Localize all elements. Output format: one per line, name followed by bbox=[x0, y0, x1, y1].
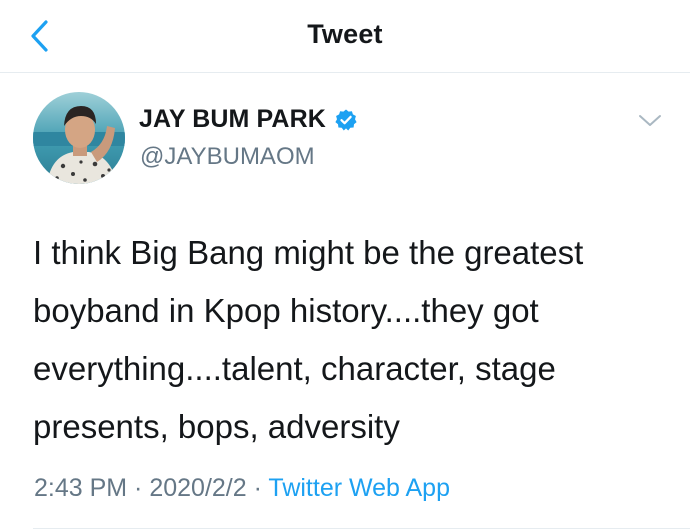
author-name-row[interactable]: JAY BUM PARK bbox=[139, 105, 358, 134]
tweet-text: I think Big Bang might be the greatest b… bbox=[33, 224, 673, 456]
verified-badge-icon bbox=[335, 109, 357, 130]
tweet-text-line: presents, bops, adversity bbox=[33, 408, 400, 445]
author-handle[interactable]: @JAYBUMAOM bbox=[140, 143, 315, 171]
tweet-text-line: I think Big Bang might be the greatest bbox=[33, 234, 584, 271]
divider bbox=[33, 528, 690, 529]
chevron-down-icon[interactable] bbox=[637, 112, 663, 130]
top-nav-bar: Tweet bbox=[0, 0, 690, 73]
tweet-source-link[interactable]: Twitter Web App bbox=[268, 474, 450, 502]
tweet-text-line: boyband in Kpop history....they got bbox=[33, 292, 539, 329]
author-display-name[interactable]: JAY BUM PARK bbox=[139, 105, 326, 134]
tweet-date: 2020/2/2 bbox=[149, 474, 247, 502]
avatar[interactable] bbox=[33, 92, 125, 184]
page-title: Tweet bbox=[307, 19, 383, 49]
meta-separator: · bbox=[127, 474, 150, 502]
tweet-meta: 2:43 PM · 2020/2/2 · Twitter Web App bbox=[34, 474, 450, 503]
tweet-time: 2:43 PM bbox=[34, 474, 128, 502]
profile-photo bbox=[33, 92, 125, 184]
tweet-text-line: everything....talent, character, stage bbox=[33, 350, 556, 387]
meta-separator: · bbox=[246, 474, 269, 502]
